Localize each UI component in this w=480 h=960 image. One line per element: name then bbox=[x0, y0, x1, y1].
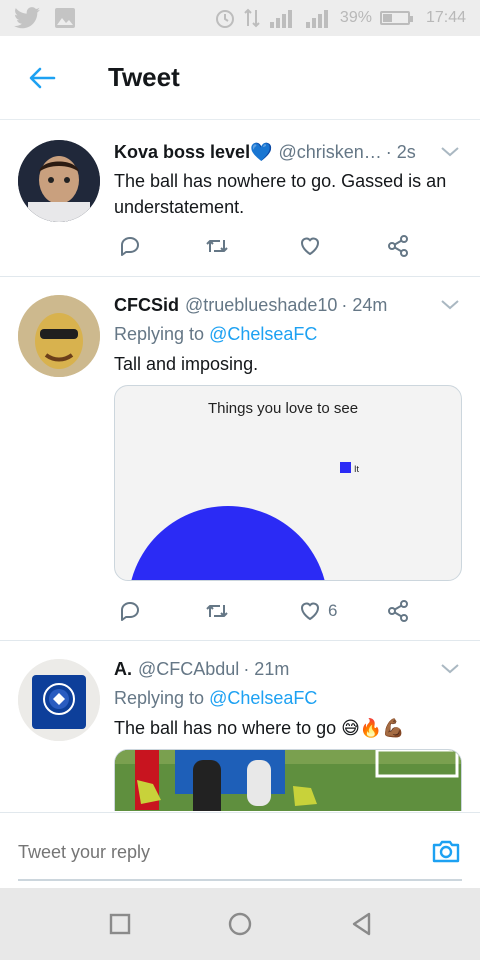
pie-slice bbox=[131, 506, 325, 580]
retweet-button[interactable] bbox=[204, 234, 230, 258]
data-arrows-icon bbox=[244, 8, 260, 28]
replying-to-label: Replying to bbox=[114, 324, 210, 344]
battery-percent: 39% bbox=[339, 9, 372, 26]
recents-square-icon[interactable] bbox=[106, 910, 134, 938]
signal-icon-2 bbox=[305, 10, 328, 28]
handle[interactable]: @CFCAbdul bbox=[138, 657, 239, 681]
pie-chart: Things you love to see It bbox=[131, 400, 360, 580]
timestamp: · 2s bbox=[385, 142, 416, 162]
tweet-header: A. @CFCAbdul · 21m bbox=[114, 657, 462, 681]
tweet-text: The ball has nowhere to go. Gassed is an… bbox=[114, 171, 447, 217]
chart-title: Things you love to see bbox=[208, 400, 358, 417]
replying-to: Replying to @ChelseaFC bbox=[114, 321, 462, 347]
tweet-media-photo[interactable] bbox=[114, 749, 462, 811]
avatar[interactable] bbox=[18, 295, 100, 377]
signal-icon bbox=[269, 10, 292, 28]
twitter-bird-icon bbox=[14, 7, 40, 29]
legend-label: It bbox=[354, 464, 360, 474]
tweet-actions: 6 bbox=[114, 597, 424, 625]
reply-input[interactable] bbox=[18, 835, 398, 869]
like-button[interactable]: 6 bbox=[298, 599, 337, 623]
back-triangle-icon[interactable] bbox=[348, 910, 376, 938]
like-button[interactable] bbox=[298, 234, 322, 258]
heart-icon bbox=[300, 602, 320, 621]
home-circle-icon[interactable] bbox=[226, 910, 254, 938]
reply-underline bbox=[18, 879, 462, 881]
replying-to-label: Replying to bbox=[114, 688, 210, 708]
app-bar: Tweet bbox=[0, 36, 480, 120]
tweet-text: Tall and imposing. bbox=[114, 354, 259, 374]
chevron-down-icon[interactable] bbox=[438, 140, 462, 164]
display-name[interactable]: A. bbox=[114, 657, 132, 681]
tweet-item[interactable]: CFCSid @trueblueshade10 · 24m Replying t… bbox=[0, 277, 480, 640]
handle[interactable]: @trueblueshade10 bbox=[185, 293, 337, 317]
back-button[interactable] bbox=[14, 50, 70, 106]
chevron-down-icon[interactable] bbox=[438, 657, 462, 681]
clock-time: 17:44 bbox=[425, 9, 466, 26]
share-icon bbox=[388, 235, 408, 257]
tweet-header: CFCSid @trueblueshade10 · 24m bbox=[114, 293, 462, 317]
tweet-text: The ball has no where to go 😅🔥💪🏾 bbox=[114, 718, 405, 738]
replying-to: Replying to @ChelseaFC bbox=[114, 685, 462, 711]
display-name[interactable]: CFCSid bbox=[114, 293, 179, 317]
timestamp: · 21m bbox=[243, 659, 290, 679]
status-bar: 39% 17:44 bbox=[0, 0, 480, 36]
tweet-header: Kova boss level💙 @chrisken… · 2s bbox=[114, 140, 462, 164]
system-nav-bar bbox=[0, 888, 480, 960]
chevron-down-icon[interactable] bbox=[438, 293, 462, 317]
like-count: 6 bbox=[328, 601, 338, 620]
replying-to-link[interactable]: @ChelseaFC bbox=[209, 688, 317, 708]
reply-icon bbox=[121, 602, 139, 621]
legend-swatch bbox=[340, 462, 351, 473]
tweet-actions bbox=[114, 232, 424, 260]
tweet-item[interactable]: A. @CFCAbdul · 21m Replying to @ChelseaF… bbox=[0, 641, 480, 811]
reply-icon bbox=[121, 237, 139, 256]
share-icon bbox=[388, 600, 408, 622]
goalkeeper-photo bbox=[115, 750, 461, 811]
gallery-icon bbox=[55, 8, 75, 28]
alarm-icon bbox=[215, 10, 234, 28]
share-button[interactable] bbox=[386, 599, 410, 623]
avatar[interactable] bbox=[18, 140, 100, 222]
handle[interactable]: @chrisken… bbox=[278, 140, 381, 164]
retweet-icon bbox=[206, 605, 228, 617]
camera-icon[interactable] bbox=[430, 835, 462, 867]
replying-to-link[interactable]: @ChelseaFC bbox=[209, 324, 317, 344]
tweet-media-chart[interactable]: Things you love to see It bbox=[114, 385, 462, 581]
retweet-icon bbox=[206, 240, 228, 252]
page-title: Tweet bbox=[108, 62, 180, 92]
battery-icon bbox=[379, 11, 413, 25]
avatar[interactable] bbox=[18, 659, 100, 741]
retweet-button[interactable] bbox=[204, 599, 230, 623]
back-arrow-icon bbox=[29, 67, 56, 88]
heart-icon bbox=[300, 237, 320, 256]
tweet-item[interactable]: Kova boss level💙 @chrisken… · 2s The bal… bbox=[0, 120, 480, 276]
share-button[interactable] bbox=[386, 234, 410, 258]
reply-bar bbox=[0, 812, 480, 888]
reply-button[interactable] bbox=[118, 234, 142, 258]
display-name[interactable]: Kova boss level💙 bbox=[114, 140, 272, 164]
reply-button[interactable] bbox=[118, 599, 142, 623]
timestamp: · 24m bbox=[341, 295, 388, 315]
